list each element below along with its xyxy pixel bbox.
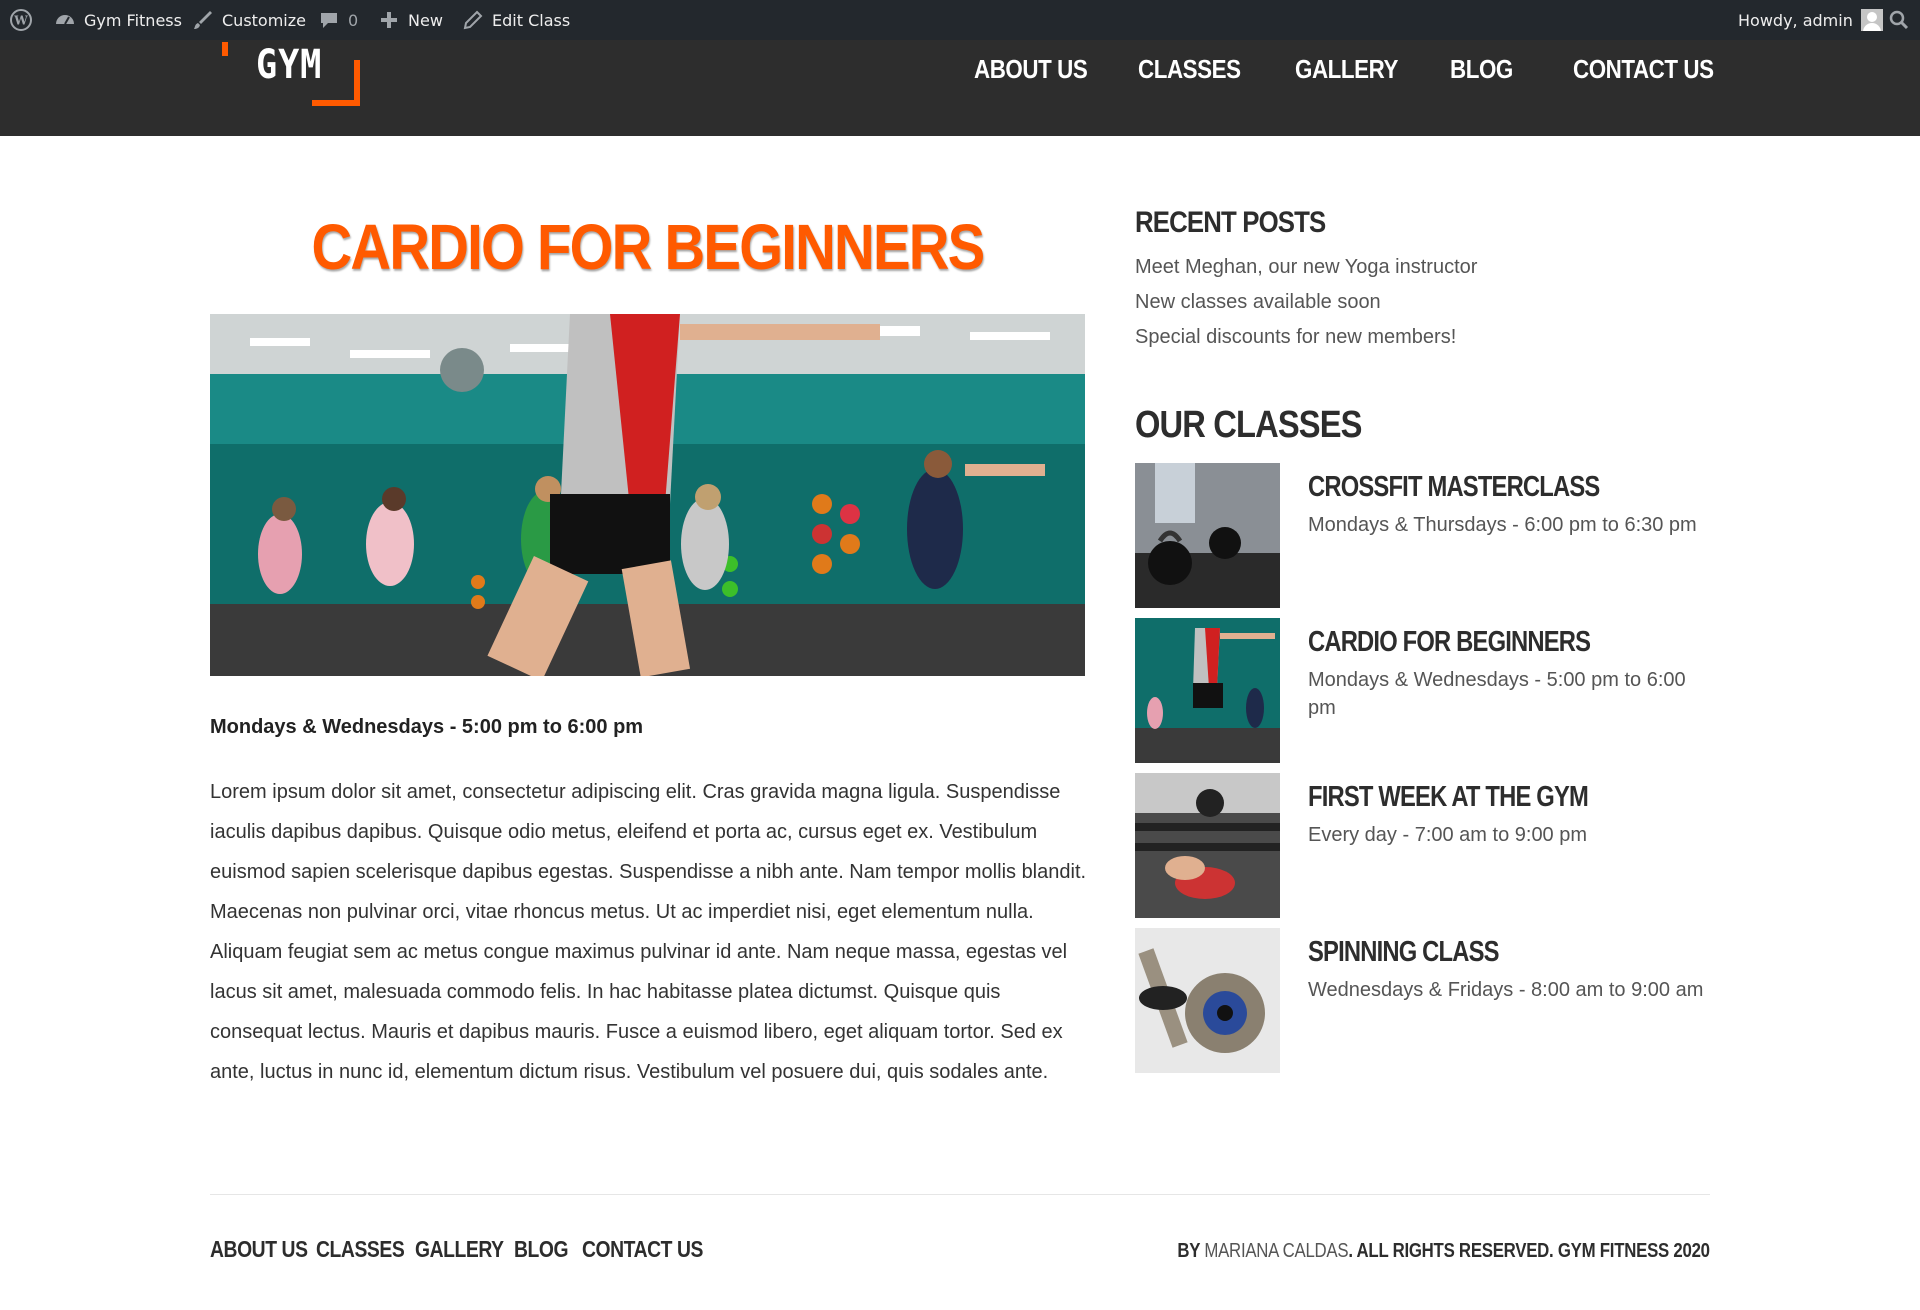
comment-bubble-icon [318, 9, 340, 31]
class-time: Mondays & Wednesdays - 5:00 pm to 6:00 p… [1308, 669, 1686, 719]
recent-post-link[interactable]: New classes available soon [1135, 285, 1477, 320]
search-icon [1888, 9, 1910, 31]
customize-label: Customize [222, 10, 306, 30]
svg-text:W: W [13, 14, 28, 28]
copyright-suffix: . ALL RIGHTS RESERVED. GYM FITNESS 2020 [1348, 1240, 1711, 1262]
author-name: MARIANA CALDAS [1204, 1240, 1349, 1262]
customize-link[interactable]: Customize [192, 0, 306, 40]
class-name[interactable]: FIRST WEEK AT THE GYM [1308, 781, 1589, 814]
class-thumbnail [1135, 773, 1280, 918]
admin-bar: W Gym Fitness Customize 0 New Edit Class… [0, 0, 1920, 40]
class-hero-image [210, 314, 1085, 676]
plus-icon [378, 9, 400, 31]
copyright-text: BY MARIANA CALDAS. ALL RIGHTS RESERVED. … [1177, 1240, 1711, 1263]
nav-about-us[interactable]: ABOUT US [974, 54, 1088, 85]
nav-blog[interactable]: BLOG [1450, 54, 1513, 85]
comments-link[interactable]: 0 [318, 0, 358, 40]
class-thumbnail [1135, 618, 1280, 763]
footer-divider [210, 1194, 1710, 1195]
post-title: CARDIO FOR BEGINNERS [311, 211, 986, 283]
nav-classes[interactable]: CLASSES [1138, 54, 1241, 85]
class-list-item[interactable]: SPINNING CLASS Wednesdays & Fridays - 8:… [1135, 928, 1715, 1074]
avatar [1860, 9, 1883, 31]
class-description: Lorem ipsum dolor sit amet, consectetur … [210, 781, 1087, 1083]
logo-accent-bar [222, 42, 228, 56]
recent-posts-title: RECENT POSTS [1135, 206, 1326, 239]
copyright-prefix: BY [1177, 1240, 1205, 1262]
logo-corner-horizontal [312, 100, 360, 106]
site-name-label: Gym Fitness [84, 10, 182, 30]
class-list-item[interactable]: FIRST WEEK AT THE GYM Every day - 7:00 a… [1135, 773, 1715, 919]
site-logo[interactable]: GYM [218, 40, 366, 106]
wordpress-logo-button[interactable]: W [10, 0, 32, 40]
footer-nav-gallery[interactable]: GALLERY [415, 1236, 504, 1263]
class-schedule: Mondays & Wednesdays - 5:00 pm to 6:00 p… [210, 716, 644, 738]
footer-nav-blog[interactable]: BLOG [514, 1236, 569, 1263]
class-name[interactable]: SPINNING CLASS [1308, 936, 1499, 969]
class-time: Wednesdays & Fridays - 8:00 am to 9:00 a… [1308, 979, 1704, 1001]
class-name[interactable]: CARDIO FOR BEGINNERS [1308, 626, 1591, 659]
site-name-link[interactable]: Gym Fitness [54, 0, 182, 40]
edit-class-link[interactable]: Edit Class [462, 0, 570, 40]
howdy-label: Howdy, admin [1738, 10, 1853, 30]
recent-post-link[interactable]: Special discounts for new members! [1135, 320, 1477, 355]
footer-nav-contact-us[interactable]: CONTACT US [582, 1236, 703, 1263]
admin-search-button[interactable] [1888, 0, 1910, 40]
new-label: New [408, 10, 443, 30]
class-list-item[interactable]: CROSSFIT MASTERCLASS Mondays & Thursdays… [1135, 463, 1715, 609]
account-menu[interactable]: Howdy, admin [1738, 0, 1883, 40]
class-time: Mondays & Thursdays - 6:00 pm to 6:30 pm [1308, 514, 1697, 536]
footer-nav-about-us[interactable]: ABOUT US [210, 1236, 308, 1263]
paintbrush-icon [192, 9, 214, 31]
dashboard-icon [54, 9, 76, 31]
class-thumbnail [1135, 463, 1280, 608]
new-content-link[interactable]: New [378, 0, 443, 40]
pencil-icon [462, 9, 484, 31]
logo-text: GYM [256, 42, 323, 88]
our-classes-title: OUR CLASSES [1135, 404, 1362, 446]
site-header: GYM ABOUT US CLASSES GALLERY BLOG CONTAC… [0, 40, 1920, 136]
comments-count: 0 [348, 10, 359, 30]
footer-nav-classes[interactable]: CLASSES [316, 1236, 405, 1263]
class-thumbnail [1135, 928, 1280, 1073]
nav-gallery[interactable]: GALLERY [1295, 54, 1398, 85]
recent-post-link[interactable]: Meet Meghan, our new Yoga instructor [1135, 250, 1477, 285]
recent-posts-list: Meet Meghan, our new Yoga instructor New… [1135, 250, 1477, 355]
edit-class-label: Edit Class [492, 10, 571, 30]
wordpress-icon: W [10, 9, 32, 31]
nav-contact-us[interactable]: CONTACT US [1573, 54, 1714, 85]
class-time: Every day - 7:00 am to 9:00 pm [1308, 824, 1588, 846]
class-name[interactable]: CROSSFIT MASTERCLASS [1308, 471, 1600, 504]
class-list-item[interactable]: CARDIO FOR BEGINNERS Mondays & Wednesday… [1135, 618, 1715, 764]
